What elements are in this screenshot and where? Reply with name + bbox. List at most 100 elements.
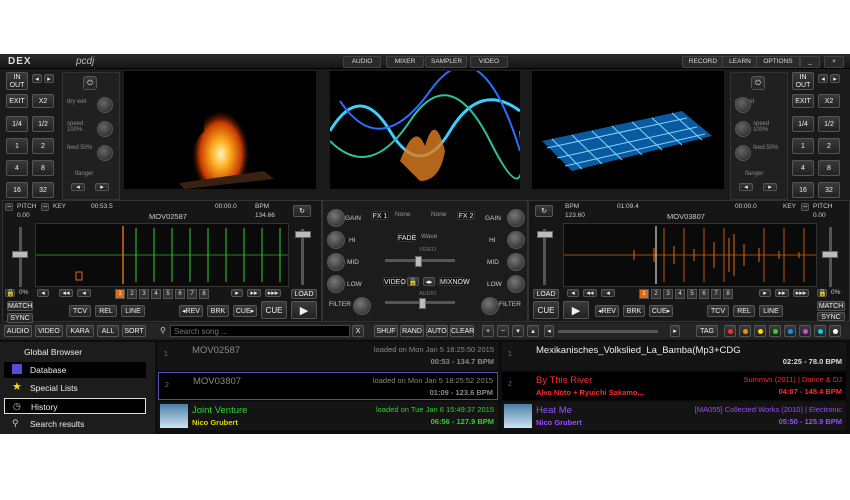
sidebar-item-search-results[interactable]: ⚲ Search results [4, 416, 146, 432]
left-arrow-right-icon[interactable]: ▸ [44, 74, 54, 83]
search-input[interactable] [170, 325, 350, 337]
left-tcv-button[interactable]: TCV [69, 305, 91, 317]
right-rel-button[interactable]: REL [733, 305, 755, 317]
left-exit-button[interactable]: EXIT [6, 94, 28, 108]
right-loop-1-2[interactable]: 1/2 [818, 116, 840, 132]
left-end-icon[interactable]: ▸▸▸ [265, 289, 281, 297]
left-play-icon[interactable]: ▶ [291, 301, 317, 319]
right-low-knob[interactable] [507, 275, 525, 293]
record-button[interactable]: RECORD [682, 56, 724, 68]
left-waveform[interactable] [35, 223, 289, 287]
right-hi-knob[interactable] [507, 231, 525, 249]
left-loop-1-2[interactable]: 1/2 [32, 116, 54, 132]
right-hotcue-6[interactable]: 6 [699, 289, 709, 299]
left-loop-1[interactable]: 1 [6, 138, 28, 154]
right-line-button[interactable]: LINE [759, 305, 783, 317]
tag-green-button[interactable] [769, 325, 781, 337]
fx2-button[interactable]: FX 2 [457, 211, 475, 220]
link-lock-icon[interactable]: 🔒 [407, 277, 419, 286]
right-x2-button[interactable]: X2 [818, 94, 840, 108]
right-loop-1-4[interactable]: 1/4 [792, 116, 814, 132]
video-button[interactable]: VIDEO [383, 277, 406, 286]
video-crossfader-handle[interactable] [415, 256, 422, 267]
left-rev-button[interactable]: ◂REV [179, 305, 203, 317]
right-power-icon[interactable]: ⏻ [751, 76, 765, 90]
sort-button[interactable]: SORT [122, 325, 146, 337]
left-speed-knob[interactable] [97, 121, 113, 137]
tag-magenta-button[interactable] [799, 325, 811, 337]
right-hotcue-3[interactable]: 3 [663, 289, 673, 299]
left-gain-knob[interactable] [327, 209, 345, 227]
tag-white-button[interactable] [829, 325, 841, 337]
left-low-knob[interactable] [327, 275, 345, 293]
left-brk-button[interactable]: BRK [207, 305, 229, 317]
sidebar-item-special-lists[interactable]: ★ Special Lists [4, 380, 146, 396]
right-exit-button[interactable]: EXIT [792, 94, 814, 108]
left-fwd-icon[interactable]: ▸ [231, 289, 243, 297]
right-rev-button[interactable]: ◂REV [595, 305, 619, 317]
left-drywet-knob[interactable] [97, 97, 113, 113]
right-arrow-left-icon[interactable]: ◂ [818, 74, 828, 83]
filter-audio-button[interactable]: AUDIO [4, 325, 32, 337]
tag-button[interactable]: TAG [696, 325, 718, 337]
auto-button[interactable]: AUTO [426, 325, 448, 337]
left-loop-2[interactable]: 2 [32, 138, 54, 154]
right-end-icon[interactable]: ▸▸▸ [793, 289, 809, 297]
right-waveform[interactable] [563, 223, 817, 287]
remove-icon[interactable]: − [497, 325, 509, 337]
right-sync-button[interactable]: SYNC [817, 312, 845, 321]
right-loop-4[interactable]: 4 [792, 160, 814, 176]
left-load-button[interactable]: LOAD [291, 289, 317, 299]
right-arrow-right-icon[interactable]: ▸ [830, 74, 840, 83]
right-load-button[interactable]: LOAD [533, 289, 559, 299]
list-item[interactable]: Joint Venture Nico Grubert loaded on Tue… [158, 402, 498, 430]
right-loop-16[interactable]: 16 [792, 182, 814, 198]
right-fx-prev-icon[interactable]: ◂ [739, 183, 753, 191]
right-hotcue-5[interactable]: 5 [687, 289, 697, 299]
right-gain-knob[interactable] [507, 209, 525, 227]
right-back-icon[interactable]: ◂ [601, 289, 615, 297]
right-rewind-icon[interactable]: ◂◂ [583, 289, 597, 297]
tag-yellow-button[interactable] [754, 325, 766, 337]
left-hi-knob[interactable] [327, 231, 345, 249]
left-fx-prev-icon[interactable]: ◂ [71, 183, 85, 191]
list-item[interactable]: 2 By This River Alva Noto + Ryuichi Saka… [502, 372, 846, 400]
right-lock-icon[interactable]: 🔒 [817, 289, 827, 297]
left-hotcue-4[interactable]: 4 [151, 289, 161, 299]
left-feed-knob[interactable] [97, 145, 113, 161]
mixnow-button[interactable]: MIXNOW [439, 277, 470, 286]
right-prev-icon[interactable]: ◂ [567, 289, 579, 297]
right-tcv-button[interactable]: TCV [707, 305, 729, 317]
right-brk-button[interactable]: BRK [623, 305, 645, 317]
close-button[interactable]: × [824, 56, 844, 68]
tag-blue-button[interactable] [784, 325, 796, 337]
left-line-button[interactable]: LINE [121, 305, 145, 317]
right-in-out-button[interactable]: IN OUT [792, 72, 814, 90]
left-cue-button[interactable]: CUE [261, 301, 287, 319]
left-cue-plus-button[interactable]: CUE▸ [233, 305, 257, 317]
left-hotcue-8[interactable]: 8 [199, 289, 209, 299]
left-hotcue-2[interactable]: 2 [127, 289, 137, 299]
list-item[interactable]: 2 MOV03807 loaded on Mon Jan 5 18:25:52 … [158, 372, 498, 400]
clear-button[interactable]: CLEAR [450, 325, 474, 337]
fade-button[interactable]: FADE [397, 233, 416, 242]
right-loop-8[interactable]: 8 [818, 160, 840, 176]
right-hotcue-7[interactable]: 7 [711, 289, 721, 299]
left-loop-32[interactable]: 32 [32, 182, 54, 198]
filter-all-button[interactable]: ALL [97, 325, 119, 337]
left-loop-8[interactable]: 8 [32, 160, 54, 176]
tab-sampler[interactable]: SAMPLER [425, 56, 467, 68]
right-speed-knob[interactable] [735, 121, 751, 137]
left-match-button[interactable]: MATCH [7, 301, 33, 311]
right-hotcue-1[interactable]: 1 [639, 289, 649, 299]
left-pitch-slider-handle[interactable] [12, 251, 28, 258]
right-play-icon[interactable]: ▶ [563, 301, 589, 319]
left-key-minus[interactable]: − [41, 203, 49, 211]
right-hotcue-4[interactable]: 4 [675, 289, 685, 299]
right-loop-2[interactable]: 2 [818, 138, 840, 154]
learn-button[interactable]: LEARN [722, 56, 758, 68]
left-volume-handle[interactable] [295, 231, 311, 238]
left-loop-4[interactable]: 4 [6, 160, 28, 176]
sidebar-item-history[interactable]: ◷ History [4, 398, 146, 414]
left-back-icon[interactable]: ◂ [77, 289, 91, 297]
